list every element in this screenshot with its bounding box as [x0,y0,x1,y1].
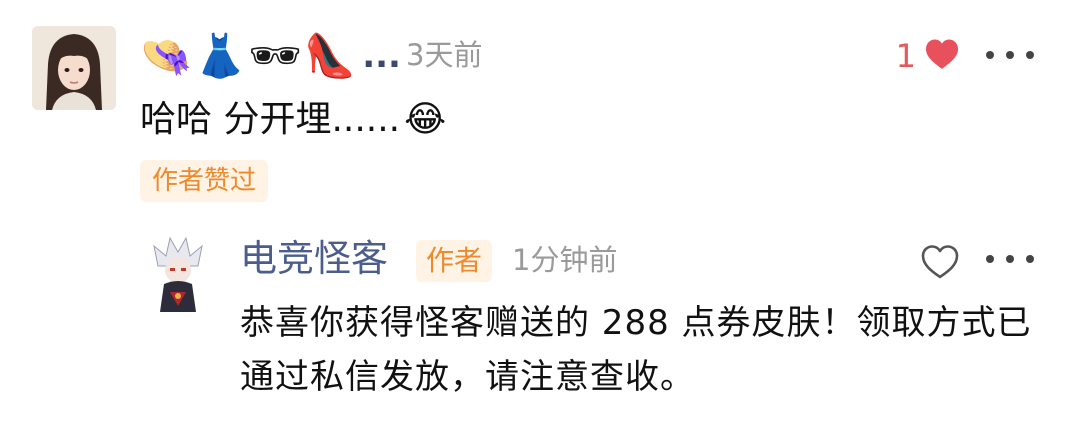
reply-body: 恭喜你获得怪客赠送的 288 点券皮肤！领取方式已通过私信发放，请注意查收。 [240,303,1032,397]
comment-item: 👒👗🕶👠 ... 3天前 1 哈哈 分开埋...... 😂 作者赞过 电竞怪客 … [0,0,1080,441]
reply-avatar-image [153,236,203,312]
more-dot [1006,255,1014,263]
comment-text: 哈哈 分开埋...... [140,99,401,140]
like-button[interactable]: 1 [896,34,960,78]
more-dot [1006,51,1014,59]
more-horizontal-icon [986,255,994,263]
reply-like-button[interactable] [920,244,960,280]
author-tag-badge: 作者 [416,240,493,282]
avatar[interactable] [32,26,116,110]
reply-timestamp: 1分钟前 [512,243,618,277]
reply-more-options-button[interactable] [986,244,1034,274]
reply-avatar[interactable] [150,236,206,312]
user-avatar-image [32,26,116,110]
heart-filled-icon [924,38,960,74]
more-dot [1026,51,1034,59]
more-dot [1026,255,1034,263]
username-emojis: 👒👗🕶👠 [140,31,359,80]
comment-username[interactable]: 👒👗🕶👠 ... [140,28,401,84]
comment-body: 哈哈 分开埋...... 😂 [140,94,446,146]
heart-outline-icon [921,245,959,279]
more-options-button[interactable] [986,40,1034,70]
comment-timestamp: 3天前 [406,38,483,72]
author-liked-badge: 作者赞过 [140,160,269,202]
like-count: 1 [895,37,916,75]
username-ellipsis: ... [362,36,401,76]
more-horizontal-icon [986,51,994,59]
laughing-crying-emoji-icon: 😂 [404,99,447,140]
reply-username[interactable]: 电竞怪客 [240,234,388,284]
